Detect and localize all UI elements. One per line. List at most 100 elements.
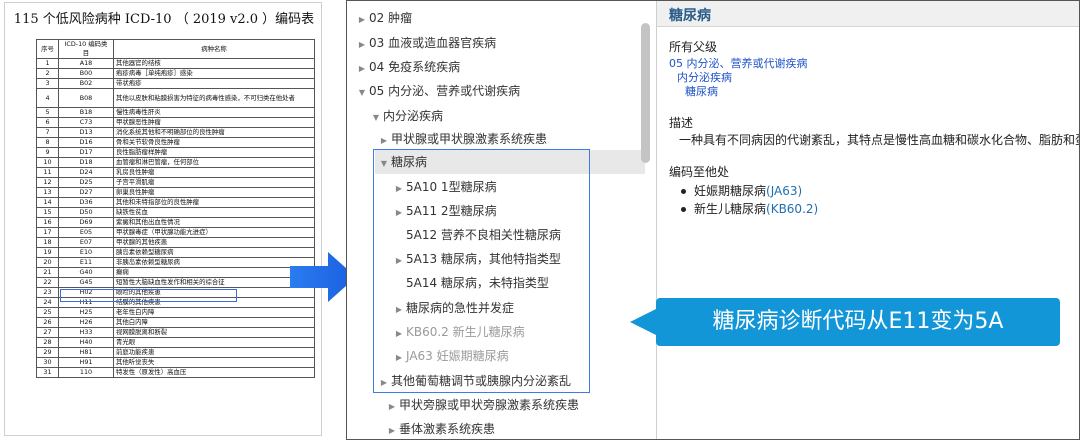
row-disease-name: 其他和未特指部位的良性肿瘤 — [113, 197, 315, 208]
header-code: ICD-10 编码类 目 — [58, 39, 114, 59]
caret-down-icon[interactable]: ▼ — [369, 106, 383, 129]
row-code: D16 — [58, 137, 114, 148]
row-disease-name: 卵巢良性肿瘤 — [113, 187, 315, 198]
tree-item[interactable]: ▶ 甲状旁腺或甲状旁腺激素系统疾患 — [385, 394, 579, 417]
row-number: 26 — [36, 317, 59, 328]
coded-elsewhere-item: 妊娠期糖尿病(JA63) — [681, 182, 802, 199]
description-text: 一种具有不同病因的代谢紊乱，其特点是慢性高血糖和碳水化合物、脂肪和蛋白质代谢 — [679, 133, 1079, 147]
row-disease-name: 青光眼 — [113, 337, 315, 348]
row-code: H26 — [58, 317, 114, 328]
tree-item-label: 05 内分泌、营养或代谢疾病 — [369, 84, 521, 98]
row-number: 10 — [36, 157, 59, 168]
row-disease-name: 消化系统其他和不明确部位的良性肿瘤 — [113, 127, 315, 138]
description-label: 描述 — [669, 116, 694, 130]
table-row: 16 D69 紫癜和其他出血性情况 — [36, 217, 315, 228]
row-number: 3 — [36, 78, 59, 89]
row-number: 14 — [36, 197, 59, 208]
coded-elsewhere-code-link[interactable]: (KB60.2) — [766, 202, 818, 216]
row-number: 25 — [36, 307, 59, 318]
table-row: 8 D16 骨和关节软骨良性肿瘤 — [36, 137, 315, 148]
caret-right-icon[interactable]: ▶ — [355, 57, 369, 80]
code-table: 序号 ICD-10 编码类 目 病种名称 1 A18 其他器官的结核 2 B00 疱疹病毒… — [36, 39, 315, 378]
table-row: 1 A18 其他器官的结核 — [36, 58, 315, 69]
row-code: D27 — [58, 187, 114, 198]
tree-item-label: 甲状旁腺或甲状旁腺激素系统疾患 — [399, 398, 580, 412]
row-number: 1 — [36, 58, 59, 69]
row-disease-name: 缺铁性贫血 — [113, 207, 315, 218]
annotation-callout: 糖尿病诊断代码从E11变为5A — [656, 298, 1060, 346]
icd10-code-table-document: 115 个低风险病种 ICD-10 （ 2019 v2.0 ）编码表 序号 IC… — [4, 2, 322, 436]
document-title: 115 个低风险病种 ICD-10 （ 2019 v2.0 ）编码表 — [13, 12, 315, 27]
row-disease-name: 视网膜脱离和断裂 — [113, 327, 315, 338]
row-disease-name: 非胰岛素依赖型糖尿病 — [113, 257, 315, 268]
row-code: B02 — [58, 78, 114, 89]
table-row: 4 B08 其他以皮肤和粘膜损害为特征的病毒性感染，不可归类在他处者 — [36, 88, 315, 108]
table-row: 2 B00 疱疹病毒［单纯疱疹］感染 — [36, 68, 315, 79]
table-row: 7 D13 消化系统其他和不明确部位的良性肿瘤 — [36, 127, 315, 138]
table-row: 12 D25 子宫平滑肌瘤 — [36, 177, 315, 188]
table-row: 10 D18 血管瘤和淋巴管瘤，任何部位 — [36, 157, 315, 168]
row-number: 8 — [36, 137, 59, 148]
caret-right-icon[interactable]: ▶ — [355, 8, 369, 31]
callout-text: 糖尿病诊断代码从E11变为5A — [712, 309, 1004, 334]
row-code: D25 — [58, 177, 114, 188]
tree-item[interactable]: ▶ 03 血液或造血器官疾病 — [355, 32, 496, 55]
row-disease-name: 带状疱疹 — [113, 78, 315, 89]
header-no: 序号 — [36, 39, 59, 59]
row-number: 9 — [36, 147, 59, 158]
row-code: B08 — [58, 88, 114, 108]
tree-item[interactable]: ▶ 甲状腺或甲状腺激素系统疾患 — [377, 128, 547, 151]
row-code: D17 — [58, 147, 114, 158]
table-row: 13 D27 卵巢良性肿瘤 — [36, 187, 315, 198]
row-code: E05 — [58, 227, 114, 238]
tree-item[interactable]: ▶ 04 免疫系统疾病 — [355, 56, 460, 79]
row-number: 24 — [36, 297, 59, 308]
bullet-icon — [681, 189, 686, 194]
table-row: 19 E10 胰岛素依赖型糖尿病 — [36, 247, 315, 258]
row-code: G45 — [58, 277, 114, 288]
tree-item-label: 垂体激素系统疾患 — [399, 422, 496, 436]
row-disease-name: 乳房良性肿瘤 — [113, 167, 315, 178]
row-disease-name: 其他听觉丧失 — [113, 357, 315, 368]
row-disease-name: 其他以皮肤和粘膜损害为特征的病毒性感染，不可归类在他处者 — [113, 88, 315, 108]
row-code: D50 — [58, 207, 114, 218]
caret-down-icon[interactable]: ▼ — [355, 81, 369, 104]
caret-right-icon[interactable]: ▶ — [385, 419, 399, 439]
row-code: H25 — [58, 307, 114, 318]
table-row: 17 E05 甲状腺毒症（甲状腺功能亢进症） — [36, 227, 315, 238]
row-number: 18 — [36, 237, 59, 248]
row-code: D13 — [58, 127, 114, 138]
tree-item[interactable]: ▶ 垂体激素系统疾患 — [385, 418, 496, 439]
row-number: 16 — [36, 217, 59, 228]
coded-elsewhere-code-link[interactable]: (JA63) — [766, 184, 802, 198]
table-row: 29 H81 前庭功能疾患 — [36, 347, 315, 358]
row-disease-name: 甲状腺的其他疾患 — [113, 237, 315, 248]
row-number: 11 — [36, 167, 59, 178]
row-number: 7 — [36, 127, 59, 138]
row-disease-name: 紫癜和其他出血性情况 — [113, 217, 315, 228]
table-row: 20 E11 非胰岛素依赖型糖尿病 — [36, 257, 315, 268]
table-row: 5 B18 慢性病毒性肝炎 — [36, 107, 315, 118]
row-code: A18 — [58, 58, 114, 69]
row-number: 13 — [36, 187, 59, 198]
header-name: 病种名称 — [113, 39, 315, 59]
row-number: 29 — [36, 347, 59, 358]
coded-elsewhere-label: 编码至他处 — [669, 165, 730, 179]
row-code: H40 — [58, 337, 114, 348]
row-disease-name: 胰岛素依赖型糖尿病 — [113, 247, 315, 258]
tree-item[interactable]: ▼ 内分泌疾病 — [369, 105, 443, 128]
row-code: D69 — [58, 217, 114, 228]
parent-link-diabetes[interactable]: 糖尿病 — [685, 83, 718, 99]
classification-tree: ▶ 02 肿瘤 ▶ 03 血液或造血器官疾病 ▶ 04 免疫系统疾病 ▼ 05 内分泌、营养或… — [347, 1, 657, 439]
caret-right-icon[interactable]: ▶ — [385, 395, 399, 418]
tree-scrollbar[interactable] — [641, 23, 650, 163]
table-row: 28 H40 青光眼 — [36, 337, 315, 348]
caret-right-icon[interactable]: ▶ — [355, 33, 369, 56]
row-number: 23 — [36, 287, 59, 298]
row-code: 110 — [58, 367, 114, 378]
row-code: C73 — [58, 117, 114, 128]
tree-item[interactable]: ▶ 02 肿瘤 — [355, 7, 412, 30]
row-disease-name: 其他白内障 — [113, 317, 315, 328]
table-row: 6 C73 甲状腺恶性肿瘤 — [36, 117, 315, 128]
tree-item[interactable]: ▼ 05 内分泌、营养或代谢疾病 — [355, 80, 520, 103]
